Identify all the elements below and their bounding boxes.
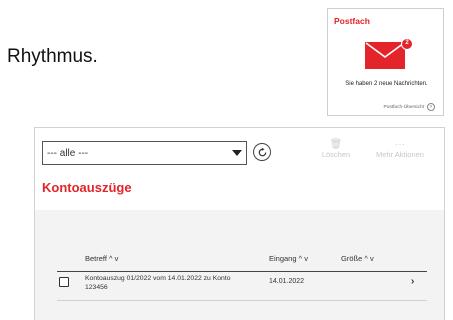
delete-button[interactable]: 🗑 Löschen bbox=[319, 139, 353, 159]
more-actions-label: Mehr Aktionen bbox=[376, 150, 424, 159]
table-header: Betreff ^ v Eingang ^ v Größe ^ v bbox=[35, 248, 444, 272]
postfach-card[interactable]: Postfach 2 Sie haben 2 neue Nachrichten.… bbox=[327, 8, 444, 116]
page-title: Kontoauszüge bbox=[42, 180, 132, 195]
row-date: 14.01.2022 bbox=[269, 278, 305, 285]
chevron-right-icon[interactable]: › bbox=[411, 276, 414, 287]
filter-value: --- alle --- bbox=[47, 147, 89, 159]
postfach-message: Sie haben 2 neue Nachrichten. bbox=[345, 81, 428, 87]
intro-text: Rhythmus. bbox=[7, 46, 98, 67]
notification-badge: 2 bbox=[401, 38, 413, 50]
column-header-groesse[interactable]: Größe ^ v bbox=[341, 254, 374, 263]
caret-down-icon bbox=[232, 150, 242, 156]
postfach-title: Postfach bbox=[334, 16, 370, 26]
more-actions-button[interactable]: ··· Mehr Aktionen bbox=[369, 139, 431, 159]
table-row[interactable]: Kontoauszug 01/2022 vom 14.01.2022 zu Ko… bbox=[35, 271, 444, 301]
more-dots-icon: ··· bbox=[395, 139, 405, 150]
row-subject: Kontoauszug 01/2022 vom 14.01.2022 zu Ko… bbox=[85, 275, 231, 291]
filter-select[interactable]: --- alle --- bbox=[42, 141, 247, 165]
row-divider bbox=[57, 300, 427, 301]
envelope-icon bbox=[365, 42, 405, 69]
row-checkbox[interactable] bbox=[59, 277, 69, 287]
refresh-icon bbox=[258, 147, 266, 156]
delete-label: Löschen bbox=[321, 150, 351, 159]
postfach-overview-link[interactable]: Postfach-Übersicht › bbox=[383, 103, 435, 111]
column-header-betreff[interactable]: Betreff ^ v bbox=[85, 254, 118, 263]
statements-panel: --- alle --- 🗑 Löschen ··· Mehr Aktionen… bbox=[34, 127, 445, 320]
panel-header: --- alle --- 🗑 Löschen ··· Mehr Aktionen… bbox=[35, 128, 444, 210]
refresh-button[interactable] bbox=[253, 143, 271, 161]
trash-icon: 🗑 bbox=[329, 139, 343, 150]
postfach-link-label: Postfach-Übersicht bbox=[383, 104, 424, 110]
chevron-right-icon: › bbox=[427, 103, 435, 111]
column-header-eingang[interactable]: Eingang ^ v bbox=[269, 254, 308, 263]
